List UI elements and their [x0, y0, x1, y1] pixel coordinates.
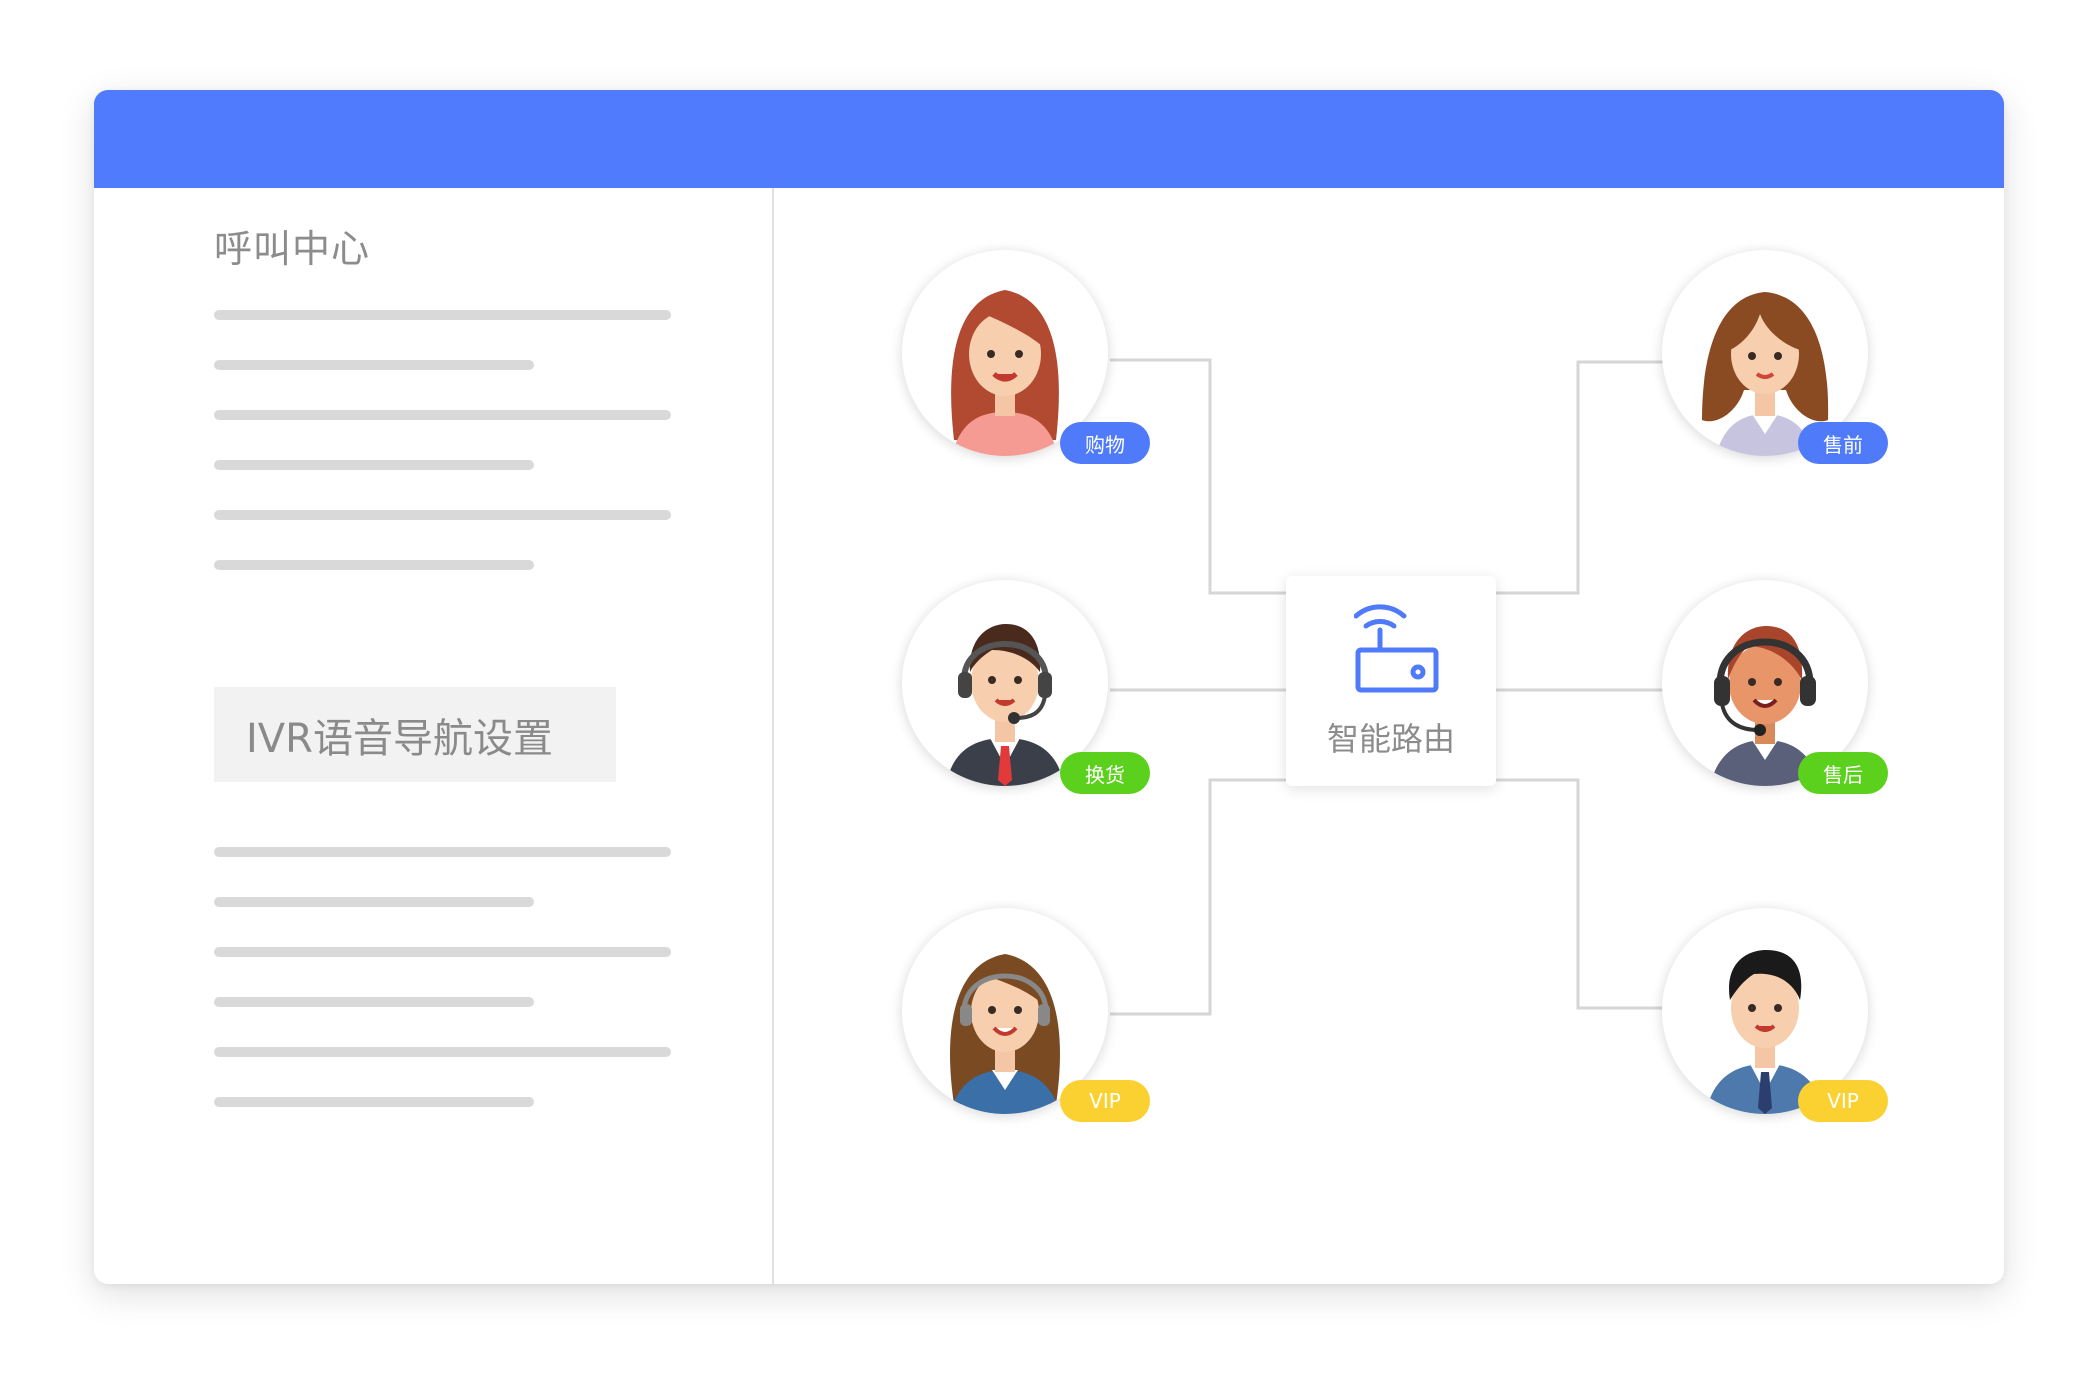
router-label: 智能路由	[1326, 720, 1455, 758]
tag-aftersales-badge[interactable]: 售后	[1798, 752, 1888, 794]
tag-vip-badge-right[interactable]: VIP	[1798, 1080, 1888, 1122]
tag-shopping-badge[interactable]: 购物	[1060, 422, 1150, 464]
tag-vip-badge-left[interactable]: VIP	[1060, 1080, 1150, 1122]
smart-router-node[interactable]: 智能路由	[1286, 576, 1496, 786]
app-window: 呼叫中心 IVR语音导航设置 智能路由 购物 换货 VIP 售前 售后 VIP	[94, 90, 2004, 1284]
tag-presales-badge[interactable]: 售前	[1798, 422, 1888, 464]
router-icon	[1354, 604, 1439, 693]
tag-exchange-badge[interactable]: 换货	[1060, 752, 1150, 794]
